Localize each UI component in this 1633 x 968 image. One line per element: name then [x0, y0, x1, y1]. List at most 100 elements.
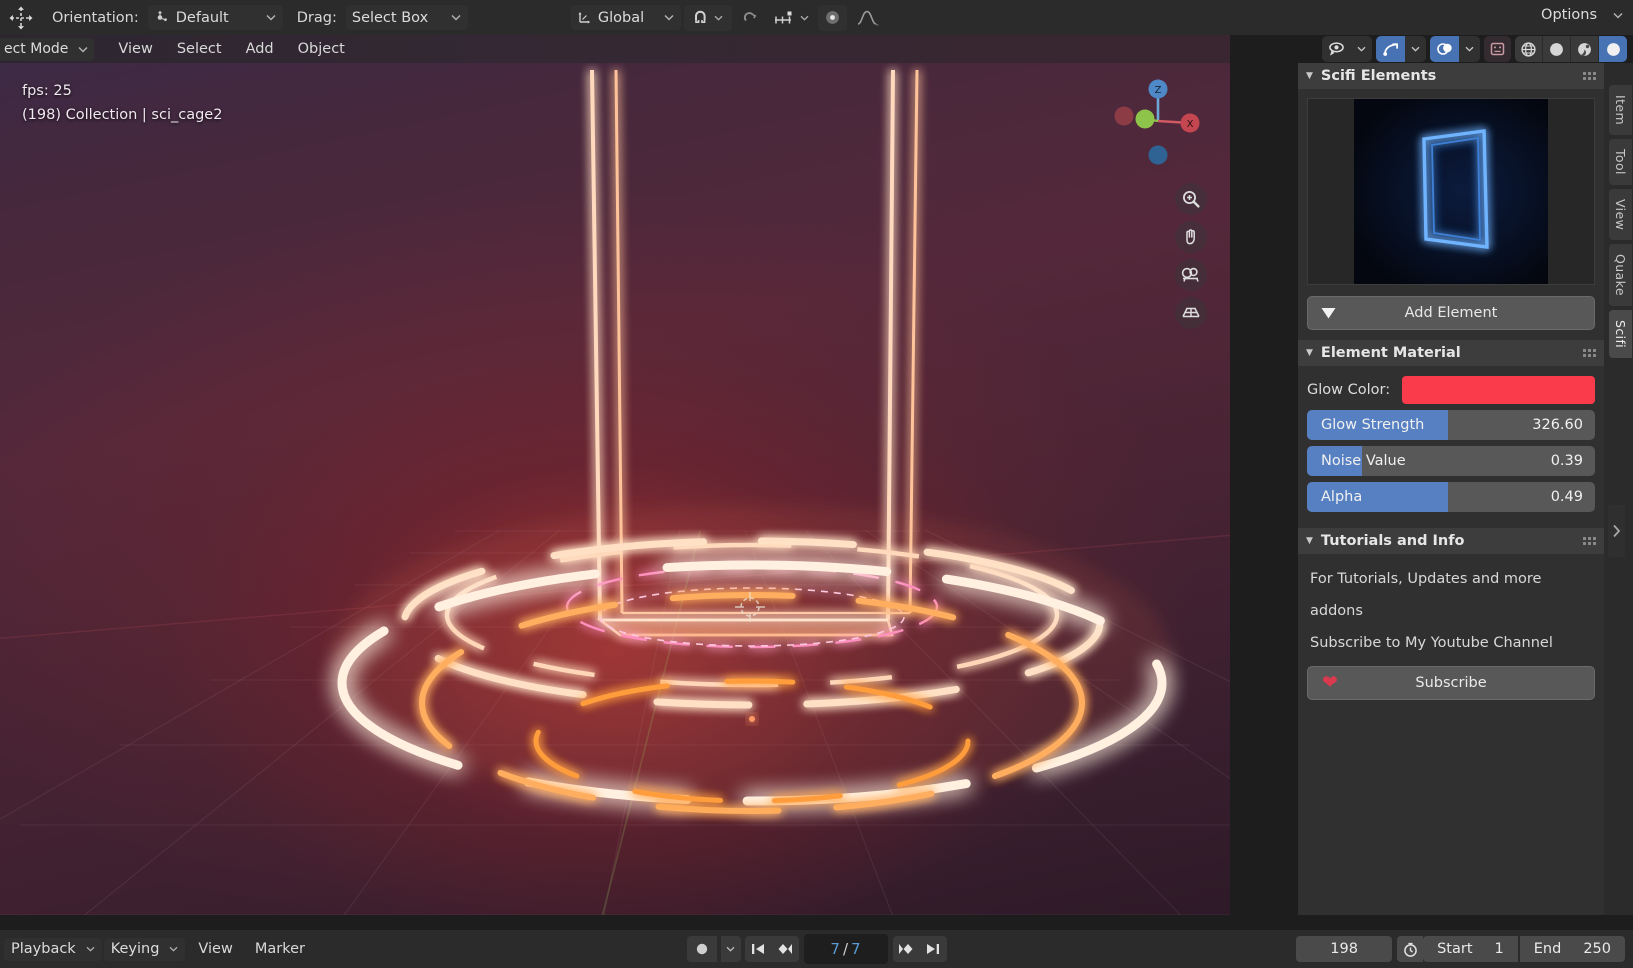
timeline-menu-marker[interactable]: Marker — [244, 941, 316, 957]
slider-value: 0.39 — [1551, 453, 1583, 469]
noise-value-slider[interactable]: Noise Value 0.39 — [1307, 446, 1595, 476]
menu-view[interactable]: View — [106, 35, 164, 63]
playback-controls[interactable]: 7 / 7 — [687, 934, 947, 964]
chevron-down-icon[interactable] — [1405, 36, 1426, 62]
gizmo-toggle-icon[interactable] — [1376, 36, 1405, 62]
camera-view-icon[interactable] — [1175, 259, 1207, 291]
chevron-down-icon[interactable] — [1351, 36, 1372, 62]
sidebar-panel[interactable]: ▼ Scifi Elements — [1298, 63, 1604, 915]
snap-magnet-toggle-icon[interactable] — [735, 5, 765, 31]
jump-to-start-icon[interactable] — [745, 936, 772, 962]
navigation-gizmo[interactable]: Z X — [1108, 71, 1208, 171]
transport-right-group[interactable] — [893, 936, 947, 962]
solid-shading-icon[interactable] — [1543, 36, 1571, 62]
falloff-curve-icon[interactable] — [850, 5, 886, 31]
sidebar-tab-tool[interactable]: Tool — [1609, 139, 1632, 185]
proportional-editing-icon[interactable] — [818, 5, 847, 31]
chevron-down-icon — [451, 14, 461, 21]
keying-menu[interactable]: Keying — [104, 938, 186, 961]
sidebar-tab-quake[interactable]: Quake — [1609, 244, 1632, 306]
frame-number-field[interactable]: 198 — [1296, 936, 1392, 962]
panel-body-element-material: Glow Color: Glow Strength 326.60 Noise V… — [1298, 366, 1604, 528]
panel-body-scifi-elements: Add Element — [1298, 89, 1604, 340]
transform-orientation-dropdown[interactable]: Global — [571, 5, 681, 30]
menu-add[interactable]: Add — [234, 35, 286, 63]
end-frame-field[interactable]: End 250 — [1520, 936, 1625, 962]
gizmo-toggle-group[interactable] — [1376, 36, 1426, 62]
auto-keying-record-icon[interactable] — [687, 936, 717, 962]
overlays-toggle-icon[interactable] — [1430, 36, 1459, 62]
alpha-slider[interactable]: Alpha 0.49 — [1307, 482, 1595, 512]
add-element-button[interactable]: Add Element — [1307, 296, 1595, 330]
pan-hand-icon[interactable] — [1175, 221, 1207, 253]
options-dropdown[interactable]: Options — [1541, 7, 1623, 23]
keying-label: Keying — [111, 941, 160, 957]
subscribe-button[interactable]: ❤ Subscribe — [1307, 666, 1595, 700]
orientation-axis-icon — [154, 10, 169, 25]
current-frame-field[interactable]: 7 / 7 — [804, 934, 888, 964]
tutorials-line-2: Subscribe to My Youtube Channel — [1307, 627, 1595, 659]
timeline-editor-header[interactable]: Playback Keying View Marker — [0, 930, 1633, 968]
sidebar-tab-strip[interactable]: Item Tool View Quake Scifi — [1604, 63, 1633, 915]
snap-increment-icon[interactable] — [768, 5, 815, 31]
chevron-down-icon — [169, 946, 178, 952]
glow-color-row: Glow Color: — [1307, 375, 1595, 405]
preview-image — [1354, 99, 1548, 284]
playback-menu[interactable]: Playback — [4, 938, 102, 961]
zoom-icon[interactable] — [1175, 183, 1207, 215]
viewport-nav-tools[interactable] — [1174, 183, 1208, 329]
drag-dropdown[interactable]: Select Box — [346, 5, 468, 30]
chevron-down-icon[interactable] — [1459, 36, 1480, 62]
jump-to-end-icon[interactable] — [920, 936, 947, 962]
next-keyframe-icon[interactable] — [893, 936, 920, 962]
menu-object[interactable]: Object — [286, 35, 357, 63]
transform-tools-group[interactable]: Global — [571, 5, 886, 31]
slider-label: Noise Value — [1307, 453, 1406, 469]
chevron-down-icon — [1613, 12, 1623, 19]
sidebar-tab-item[interactable]: Item — [1609, 85, 1632, 135]
slider-label: Glow Strength — [1307, 417, 1424, 433]
rendered-shading-icon[interactable] — [1599, 36, 1627, 62]
glow-strength-slider[interactable]: Glow Strength 326.60 — [1307, 410, 1595, 440]
move-gizmo-icon[interactable] — [4, 3, 38, 33]
frame-range-controls[interactable]: 198 Start 1 End 250 — [1296, 936, 1625, 962]
xray-toggle-icon[interactable] — [1484, 36, 1511, 62]
svg-text:X: X — [1187, 119, 1194, 130]
sidebar-tab-view[interactable]: View — [1609, 189, 1632, 240]
viewport-display-options[interactable] — [1322, 36, 1627, 62]
overlays-toggle-group[interactable] — [1430, 36, 1480, 62]
chevron-down-icon[interactable] — [721, 936, 741, 962]
region-toggle-button[interactable] — [1608, 505, 1625, 557]
panel-grip-icon — [1583, 537, 1596, 545]
chevron-down-icon — [664, 14, 674, 21]
panel-header-tutorials-info[interactable]: ▼ Tutorials and Info — [1298, 528, 1604, 554]
previous-keyframe-icon[interactable] — [772, 936, 799, 962]
wireframe-shading-icon[interactable] — [1515, 36, 1543, 62]
playback-label: Playback — [11, 941, 76, 957]
viewport-info-overlay: fps: 25 (198) Collection | sci_cage2 — [22, 79, 222, 127]
transform-axis-icon — [577, 10, 592, 25]
glow-color-swatch[interactable] — [1402, 376, 1595, 404]
3d-viewport[interactable]: fps: 25 (198) Collection | sci_cage2 Z X — [0, 35, 1230, 915]
viewport-menu-bar[interactable]: ect Mode View Select Add Object — [0, 35, 1230, 63]
scifi-element-preview[interactable] — [1307, 98, 1595, 285]
timeline-menu-view[interactable]: View — [187, 941, 243, 957]
snap-magnet-icon[interactable] — [684, 5, 732, 31]
panel-title: Scifi Elements — [1321, 68, 1436, 84]
viewport-shading-group[interactable] — [1515, 36, 1627, 62]
sidebar-tab-scifi[interactable]: Scifi — [1609, 310, 1632, 358]
grid-view-icon[interactable] — [1175, 297, 1207, 329]
start-end-group[interactable]: Start 1 End 250 — [1397, 936, 1625, 962]
orientation-dropdown[interactable]: Default — [148, 5, 283, 30]
tool-settings-header[interactable]: Orientation: Default Drag: Select Box G — [0, 0, 1633, 35]
panel-header-scifi-elements[interactable]: ▼ Scifi Elements — [1298, 63, 1604, 89]
menu-select[interactable]: Select — [165, 35, 234, 63]
object-visibility-icon[interactable] — [1322, 36, 1351, 62]
clock-icon[interactable] — [1397, 936, 1423, 962]
start-frame-field[interactable]: Start 1 — [1423, 936, 1518, 962]
interaction-mode-selector[interactable]: ect Mode — [0, 38, 94, 61]
panel-header-element-material[interactable]: ▼ Element Material — [1298, 340, 1604, 366]
material-shading-icon[interactable] — [1571, 36, 1599, 62]
transport-left-group[interactable] — [745, 936, 799, 962]
object-visibility-group[interactable] — [1322, 36, 1372, 62]
